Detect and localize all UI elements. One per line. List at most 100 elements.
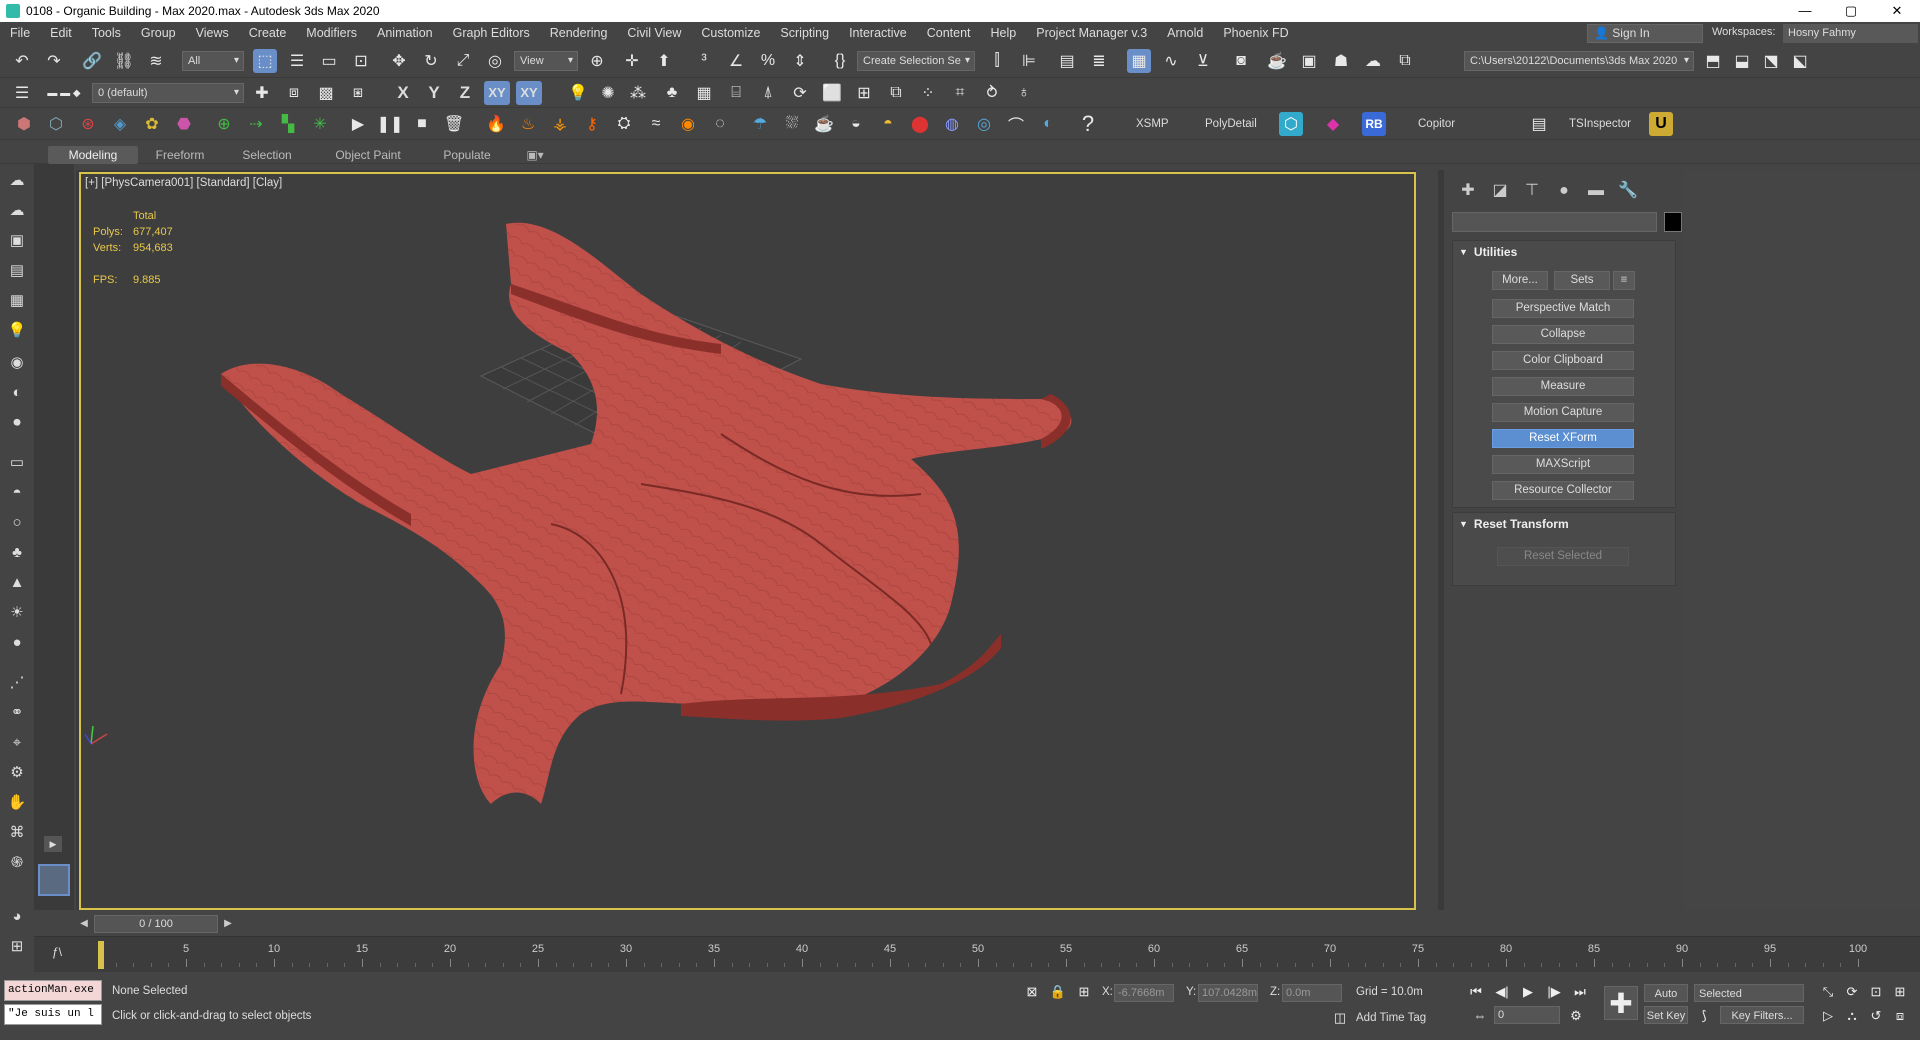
project-settings-icon[interactable]: ⬕ [1788, 49, 1812, 73]
menu-arnold[interactable]: Arnold [1157, 26, 1213, 40]
color-clipboard-button[interactable]: Color Clipboard [1492, 351, 1634, 370]
tab-object-paint[interactable]: Object Paint [320, 146, 416, 164]
sand-icon[interactable]: ◓ [876, 112, 900, 136]
prev-frame-arrow-icon[interactable]: ◀ [76, 915, 92, 933]
align-icon[interactable]: ⊫ [1017, 49, 1041, 73]
percent-snap-icon[interactable]: % [756, 49, 780, 73]
expand-icon[interactable]: ⊕ [212, 112, 236, 136]
brush-icon[interactable]: ⋰ [4, 670, 30, 694]
document-icon[interactable]: ▤ [4, 258, 30, 282]
fire-icon[interactable]: 🔥 [484, 112, 508, 136]
menu-customize[interactable]: Customize [691, 26, 770, 40]
min-max-toggle-icon[interactable]: ⧈ [1890, 1006, 1910, 1026]
next-frame-icon[interactable]: |▶ [1544, 982, 1564, 1002]
ocean-icon[interactable]: ⛆ [780, 112, 804, 136]
minimize-button[interactable]: — [1782, 0, 1828, 22]
rotate-icon[interactable]: ↻ [419, 49, 443, 73]
default-tangent-icon[interactable]: ⟆ [1694, 1006, 1714, 1026]
viewport-layout-thumbnail[interactable] [38, 864, 70, 896]
set-current-layer-icon[interactable]: ⧆ [346, 81, 370, 105]
sphere-icon[interactable]: ○ [4, 510, 30, 534]
hand-icon[interactable]: ✋ [4, 790, 30, 814]
isolate-selection-icon[interactable]: ⊠ [1022, 982, 1042, 1002]
bulb-icon[interactable]: ♁ [1012, 81, 1036, 105]
plane-icon[interactable]: ▭ [4, 450, 30, 474]
modify-icon[interactable]: ◪ [1484, 178, 1516, 204]
workspace-dropdown[interactable]: Hosny Fahmy [1783, 24, 1918, 43]
layers-menu-icon[interactable]: ☰ [10, 81, 34, 105]
rendered-frame-icon[interactable]: ▣ [1297, 49, 1321, 73]
box-icon[interactable]: ⬜ [820, 81, 844, 105]
coord-tool-icon[interactable]: ⊞ [4, 934, 30, 958]
layer-explorer-icon[interactable]: ≣ [1087, 49, 1111, 73]
rotation-gizmo-icon[interactable]: ⟳ [788, 81, 812, 105]
selection-filter-dropdown[interactable]: All [182, 51, 244, 71]
zoom-extents-icon[interactable]: ⤡ [1818, 982, 1838, 1002]
project-open-icon[interactable]: ⬔ [1759, 49, 1783, 73]
menu-content[interactable]: Content [917, 26, 981, 40]
collapse-button[interactable]: Collapse [1492, 325, 1634, 344]
tsinspector-icon[interactable]: ▤ [1527, 112, 1551, 136]
menu-phoenix-fd[interactable]: Phoenix FD [1213, 26, 1298, 40]
crop-icon[interactable]: ⌗ [948, 81, 972, 105]
maxscript-listener-input[interactable]: "Je suis un l [4, 1004, 102, 1025]
motion-capture-button[interactable]: Motion Capture [1492, 403, 1634, 422]
previous-frame-icon[interactable]: ◀| [1492, 982, 1512, 1002]
pivot-center-icon[interactable]: ⊕ [585, 49, 609, 73]
pause-icon[interactable]: ❚❚ [377, 112, 404, 136]
group-icon[interactable]: ⁘ [916, 81, 940, 105]
hf-icon[interactable]: ⌘ [4, 820, 30, 844]
bind-spacewarp-icon[interactable]: ≋ [144, 49, 168, 73]
select-manipulate-icon[interactable]: ✛ [620, 49, 644, 73]
axis-xy-cycle-button[interactable]: XY [516, 81, 542, 105]
menu-tools[interactable]: Tools [82, 26, 131, 40]
absolute-mode-icon[interactable]: ⊞ [1074, 982, 1094, 1002]
named-selection-set-dropdown[interactable]: Create Selection Se [857, 51, 975, 71]
close-button[interactable]: ✕ [1874, 0, 1920, 22]
tsinspector-button[interactable]: TSInspector [1569, 118, 1631, 130]
mini-curve-editor-icon[interactable]: ƒ\ [52, 945, 62, 959]
sign-in-dropdown[interactable]: 👤 Sign In [1587, 24, 1703, 43]
menu-graph-editors[interactable]: Graph Editors [443, 26, 540, 40]
swirl-icon[interactable]: ◎ [972, 112, 996, 136]
scale-icon[interactable]: ⤢ [451, 49, 475, 73]
add-to-layer-icon[interactable]: ⧈ [282, 81, 306, 105]
object-color-swatch[interactable] [1664, 212, 1682, 232]
panel-divider[interactable] [1438, 170, 1444, 910]
track-bar[interactable]: ƒ\ 5 10 15 20 25 30 35 40 45 50 55 60 65 70 75 80 85 90 95… [34, 936, 1920, 972]
menu-views[interactable]: Views [186, 26, 239, 40]
maxscript-listener-output[interactable]: actionMan.exe [4, 980, 102, 1001]
reset-xform-button[interactable]: Reset XForm [1492, 429, 1634, 448]
z-coord-field[interactable]: 0.0m [1282, 984, 1342, 1002]
render-frame-window-icon[interactable]: ⧉ [1393, 49, 1417, 73]
geo-sphere-icon[interactable]: ⬡ [44, 112, 68, 136]
hierarchy-icon[interactable]: ⊤ [1516, 178, 1548, 204]
light-icon[interactable]: 💡 [566, 81, 590, 105]
cup-icon[interactable]: ☕ [812, 112, 836, 136]
undo-icon[interactable]: ↶ [10, 49, 34, 73]
time-configuration-icon[interactable]: ⚙ [1566, 1006, 1586, 1026]
menu-modifiers[interactable]: Modifiers [296, 26, 367, 40]
purple-disc-icon[interactable]: ◍ [940, 112, 964, 136]
copitor-button[interactable]: Copitor [1418, 118, 1455, 130]
create-icon[interactable]: ✚ [1452, 178, 1484, 204]
set-key-large-icon[interactable]: ✚ [1604, 986, 1638, 1020]
rect-selection-icon[interactable]: ▭ [317, 49, 341, 73]
fire-grid-icon[interactable]: ⚷ [580, 112, 604, 136]
layer-visibility-icon[interactable]: ▬ ▬ ◆ [40, 81, 88, 105]
bowl-icon[interactable]: ◒ [844, 112, 868, 136]
select-object-icon[interactable]: ⬚ [253, 49, 277, 73]
go-to-start-icon[interactable]: ⏮ [1466, 982, 1486, 1002]
compass-icon[interactable]: ⌖ [4, 730, 30, 754]
motion-icon[interactable]: ● [1548, 178, 1580, 204]
maxscript-button[interactable]: MAXScript [1492, 455, 1634, 474]
measure-button[interactable]: Measure [1492, 377, 1634, 396]
menu-civil-view[interactable]: Civil View [617, 26, 691, 40]
tab-freeform[interactable]: Freeform [138, 146, 222, 164]
camera-icon[interactable]: ◉ [4, 350, 30, 374]
helper-icon[interactable]: ◐ [4, 380, 30, 404]
key-set-dropdown[interactable]: Selected [1694, 984, 1804, 1002]
current-frame-marker[interactable] [98, 941, 104, 969]
perspective-viewport[interactable]: [+] [PhysCamera001] [Standard] [Clay] To… [79, 172, 1416, 910]
field-of-view-icon[interactable]: ⊡ [1866, 982, 1886, 1002]
